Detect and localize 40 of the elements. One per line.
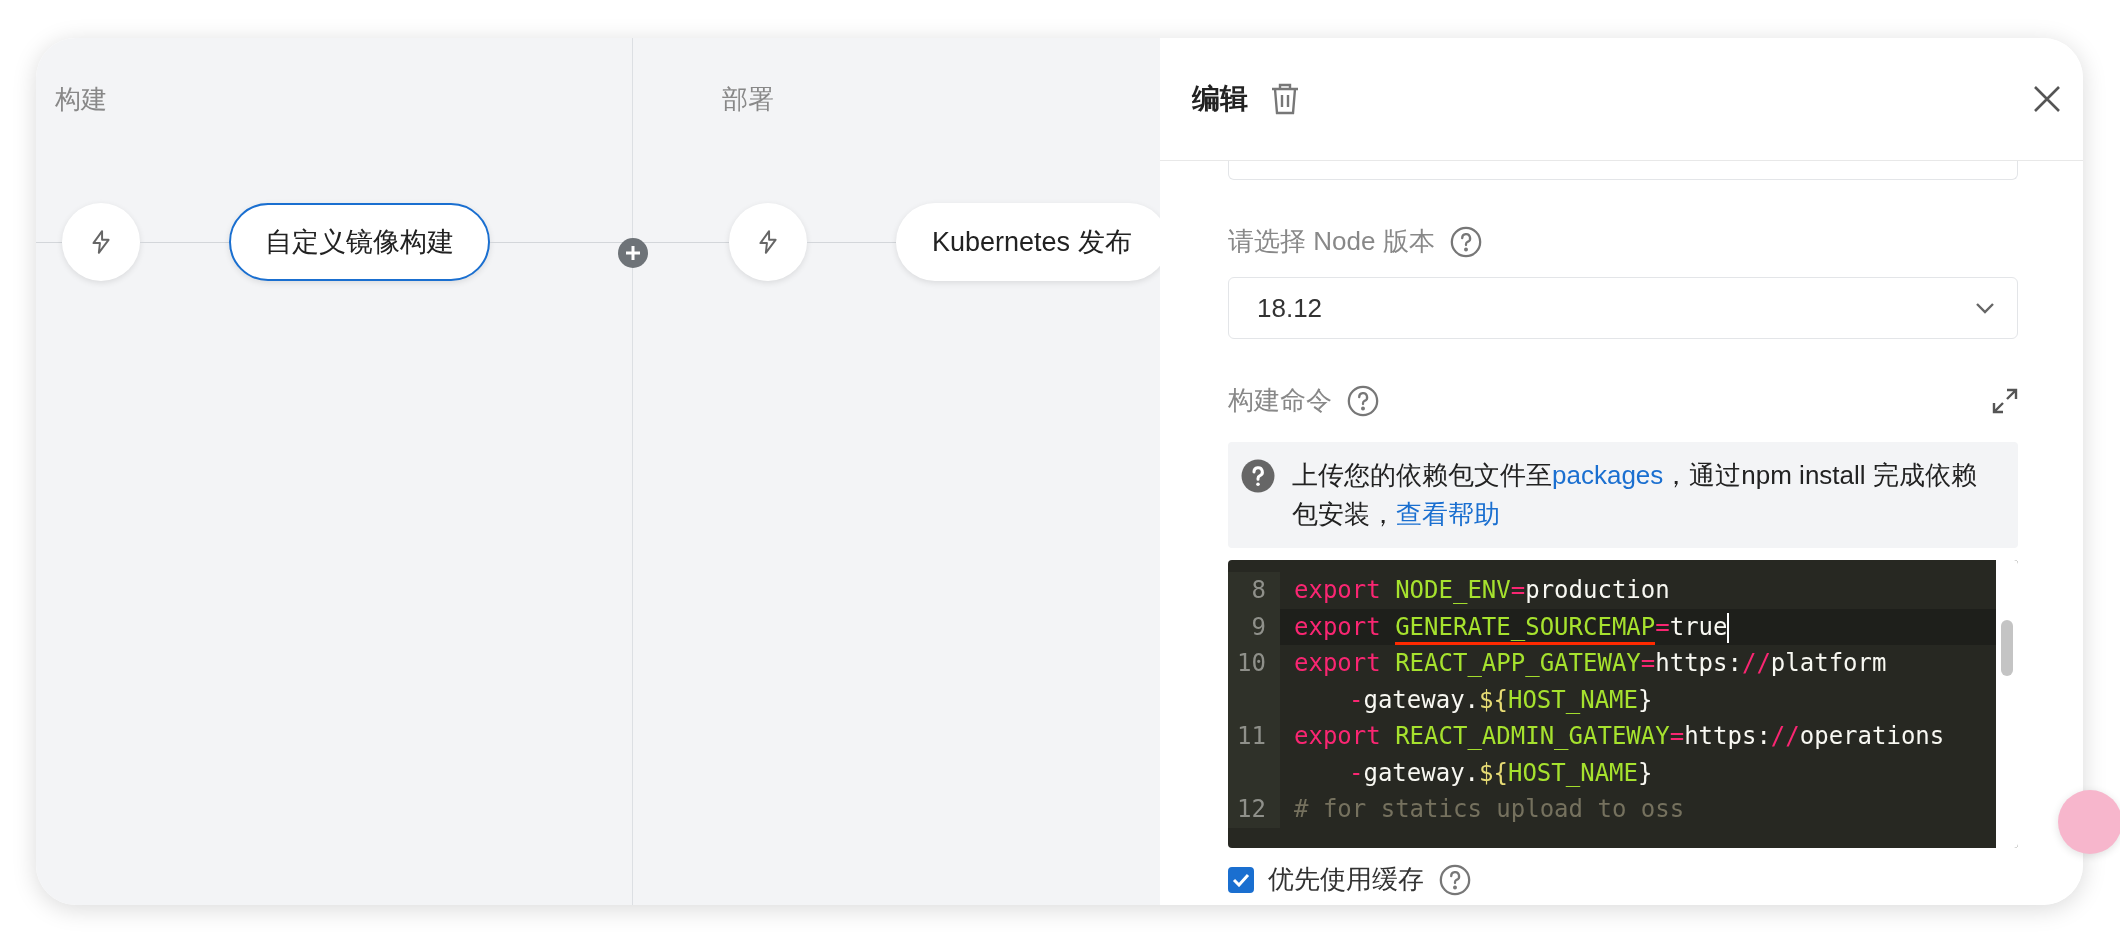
panel-title: 编辑 [1192,82,1248,116]
code-line: # for statics upload to oss [1294,794,1685,825]
checkbox-label: 优先使用缓存 [1268,863,1424,896]
job-node[interactable]: Kubernetes 发布 [896,203,1160,281]
code-line: export REACT_APP_GATEWAY=https://platform [1294,648,1887,679]
help-icon[interactable] [1448,224,1483,259]
code-line: export REACT_ADMIN_GATEWAY=https://operations [1294,721,1945,752]
checkbox[interactable] [1228,866,1254,893]
code-editor[interactable] [1228,560,2018,848]
add-stage-icon[interactable] [618,238,648,268]
field-label: 请选择 Node 版本 [1228,225,1435,258]
trigger-node[interactable] [729,203,807,281]
scrollbar-thumb[interactable] [2001,620,2013,676]
stage-title: 构建 [54,83,108,116]
help-link[interactable]: packages [1552,460,1664,490]
line-number: 11 [1228,718,1280,791]
code-line: -gateway.${HOST_NAME} [1348,757,1654,789]
code-line: -gateway.${HOST_NAME} [1348,684,1654,716]
field-label: 构建命令 [1228,384,1332,417]
notice-text: 上传您的依赖包文件至packages，通过npm install 完成依赖包安装，查看帮助 [1292,459,1978,531]
line-number: 8 [1228,572,1280,609]
code-line: export GENERATE_SOURCEMAP=true [1294,608,1730,645]
question-icon [1240,458,1276,494]
trash-icon[interactable] [1270,83,1300,115]
job-node[interactable]: 自定义镜像构建 [229,203,490,281]
chevron-down-icon [1975,302,1995,314]
code-line: export NODE_ENV=production [1294,575,1670,606]
input-field[interactable] [1228,161,2018,180]
close-icon[interactable] [2033,85,2061,113]
trigger-node[interactable] [62,203,140,281]
expand-icon[interactable] [1992,387,2018,414]
line-number: 10 [1228,645,1280,718]
line-number: 9 [1228,608,1280,645]
line-number: 12 [1228,791,1280,828]
check-icon [1232,872,1250,887]
help-icon[interactable] [1438,862,1472,897]
version-select[interactable]: 18.12 [1228,277,2018,339]
stage-title: 部署 [721,83,775,116]
help-link[interactable]: 查看帮助 [1396,499,1500,529]
help-icon[interactable] [1346,383,1380,418]
